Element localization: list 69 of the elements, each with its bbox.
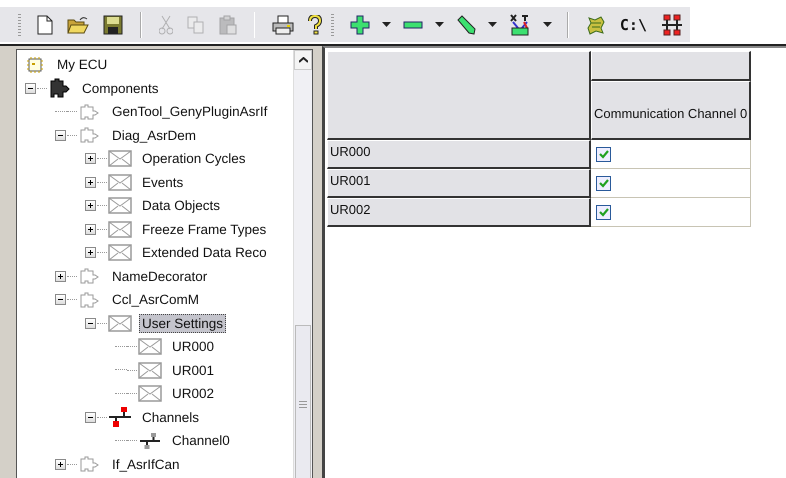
grip-icon (299, 401, 307, 408)
scissors-icon (158, 14, 173, 34)
dropdown-caret-icon (488, 22, 498, 27)
tree-item[interactable]: User Settings (139, 314, 226, 333)
tree-item[interactable]: Operation Cycles (139, 149, 249, 168)
expand-icon[interactable] (85, 224, 96, 235)
dropdown-caret-icon (543, 22, 552, 27)
expand-icon[interactable] (55, 458, 66, 470)
puzzle-icon (79, 127, 101, 144)
tree-item[interactable]: If_AsrIfCan (109, 454, 183, 474)
tree-item[interactable]: UR001 (169, 360, 218, 380)
expand-icon[interactable] (85, 176, 96, 188)
plus-icon (350, 14, 370, 34)
puzzle-icon (79, 104, 101, 120)
help-icon (308, 14, 322, 34)
clipboard-icon (218, 14, 237, 34)
tree-item[interactable]: Events (139, 172, 186, 192)
tree-item[interactable]: Data Objects (139, 196, 224, 216)
tree-item[interactable]: Diag_AsrDem (109, 126, 200, 145)
collapse-icon[interactable] (85, 318, 96, 329)
tree-item[interactable]: Channels (139, 408, 202, 427)
expand-icon[interactable] (85, 200, 96, 212)
collapse-icon[interactable] (25, 82, 36, 94)
row-header: UR000 (327, 140, 591, 169)
printer-icon (272, 14, 294, 34)
tree-item[interactable]: NameDecorator (109, 266, 210, 286)
generator-icon (586, 14, 606, 34)
dropdown-caret-icon (382, 22, 392, 27)
network-bus-icon (108, 406, 132, 428)
puzzle-icon (79, 456, 101, 472)
folder-icon (66, 16, 89, 34)
mapping-icon (509, 14, 532, 36)
expand-icon[interactable] (85, 247, 96, 258)
checkbox[interactable] (596, 176, 611, 190)
pencil-icon (456, 14, 476, 34)
column-header: Communication Channel 0 (591, 81, 752, 140)
row-header: UR002 (327, 198, 591, 227)
tree-item[interactable]: Channel0 (169, 431, 233, 450)
new-document-icon (36, 14, 53, 34)
network-icon (661, 14, 683, 36)
checkbox[interactable] (596, 146, 611, 162)
collapse-icon[interactable] (85, 412, 96, 423)
tree-item[interactable]: Components (79, 78, 162, 98)
chip-icon (26, 56, 44, 74)
tree-item[interactable]: Ccl_AsrComM (109, 290, 202, 310)
expand-icon[interactable] (85, 153, 96, 164)
scroll-up-button[interactable] (294, 50, 312, 70)
tree-item[interactable]: UR002 (169, 384, 218, 404)
tree-item[interactable]: UR000 (169, 337, 218, 356)
toolbar-gripper[interactable] (18, 14, 21, 36)
row-header: UR001 (327, 169, 591, 198)
puzzle-icon (79, 292, 101, 308)
tree-item[interactable]: Freeze Frame Types (139, 220, 270, 239)
copy-icon (186, 16, 205, 34)
collapse-icon[interactable] (55, 130, 66, 141)
collapse-icon[interactable] (55, 294, 66, 306)
tree-item[interactable]: Extended Data Reco (139, 243, 270, 262)
tree-item[interactable]: GenTool_GenyPluginAsrIf (109, 102, 270, 122)
puzzle-icon (49, 78, 71, 98)
tree-item[interactable]: My ECU (54, 55, 110, 74)
checkbox[interactable] (596, 204, 611, 220)
puzzle-icon (79, 268, 101, 284)
toolbar-gripper[interactable] (331, 14, 334, 36)
dropdown-caret-icon (435, 22, 444, 27)
scroll-thumb[interactable] (295, 325, 311, 478)
network-bus-icon (139, 432, 161, 450)
minus-icon (403, 20, 424, 28)
expand-icon[interactable] (55, 270, 66, 282)
drive-button[interactable]: C:\ (618, 10, 649, 38)
